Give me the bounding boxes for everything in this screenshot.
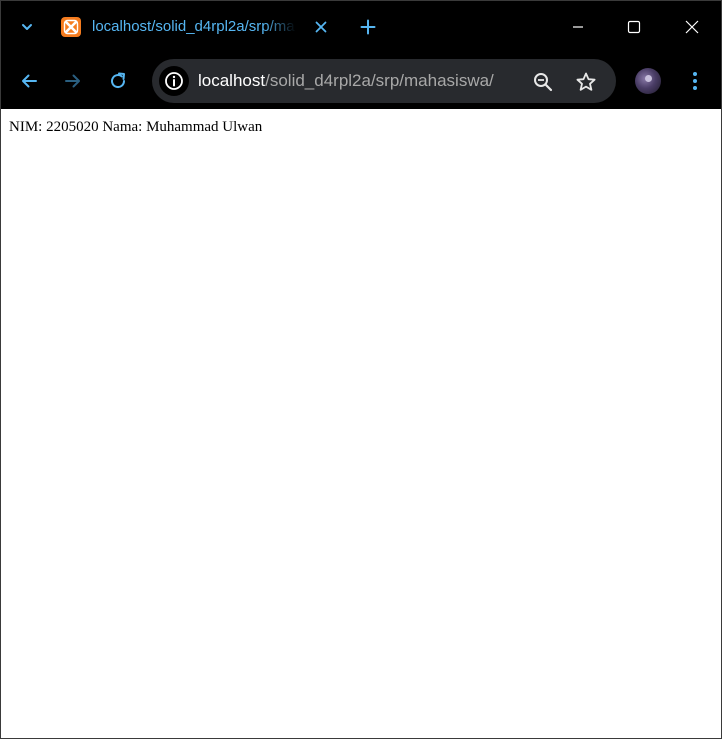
close-icon: [315, 21, 327, 33]
toolbar: localhost/solid_d4rpl2a/srp/mahasiswa/: [1, 53, 721, 109]
avatar-image: [645, 75, 652, 82]
plus-icon: [360, 19, 376, 35]
forward-button[interactable]: [57, 65, 89, 97]
maximize-button[interactable]: [611, 7, 657, 47]
reload-icon: [111, 72, 126, 89]
menu-button[interactable]: [681, 67, 709, 95]
url-path: /solid_d4rpl2a/srp/mahasiswa/: [265, 71, 494, 90]
page-viewport: NIM: 2205020 Nama: Muhammad Ulwan: [1, 109, 721, 738]
zoom-out-icon: [534, 73, 553, 92]
new-tab-button[interactable]: [353, 12, 383, 42]
arrow-right-icon: [65, 74, 80, 88]
tab-strip: localhost/solid_d4rpl2a/srp/mahasiswa/: [1, 1, 721, 53]
info-icon: [165, 72, 183, 90]
back-button[interactable]: [13, 65, 45, 97]
browser-window: localhost/solid_d4rpl2a/srp/mahasiswa/: [0, 0, 722, 739]
student-info-text: NIM: 2205020 Nama: Muhammad Ulwan: [9, 119, 263, 135]
url-text[interactable]: localhost/solid_d4rpl2a/srp/mahasiswa/: [198, 70, 494, 92]
maximize-icon: [627, 20, 641, 34]
minimize-button[interactable]: [555, 7, 601, 47]
avatar[interactable]: [635, 68, 661, 94]
xampp-icon: [61, 17, 81, 37]
star-icon: [576, 72, 596, 91]
arrow-left-icon: [22, 74, 37, 88]
zoom-button[interactable]: [530, 69, 556, 95]
chevron-down-icon: [22, 24, 32, 30]
tab-search-button[interactable]: [11, 12, 43, 42]
bookmark-button[interactable]: [572, 68, 600, 96]
tab-title: localhost/solid_d4rpl2a/srp/mahasiswa/: [92, 18, 296, 35]
minimize-icon: [573, 26, 583, 28]
close-window-button[interactable]: [669, 7, 715, 47]
url-host: localhost: [198, 71, 266, 90]
reload-button[interactable]: [102, 65, 134, 97]
close-icon: [685, 20, 699, 34]
address-bar[interactable]: localhost/solid_d4rpl2a/srp/mahasiswa/: [152, 59, 616, 103]
more-vertical-icon: [693, 72, 697, 90]
tab-active[interactable]: localhost/solid_d4rpl2a/srp/mahasiswa/: [53, 9, 343, 45]
site-info-button[interactable]: [159, 66, 189, 96]
tab-close-button[interactable]: [311, 17, 331, 37]
